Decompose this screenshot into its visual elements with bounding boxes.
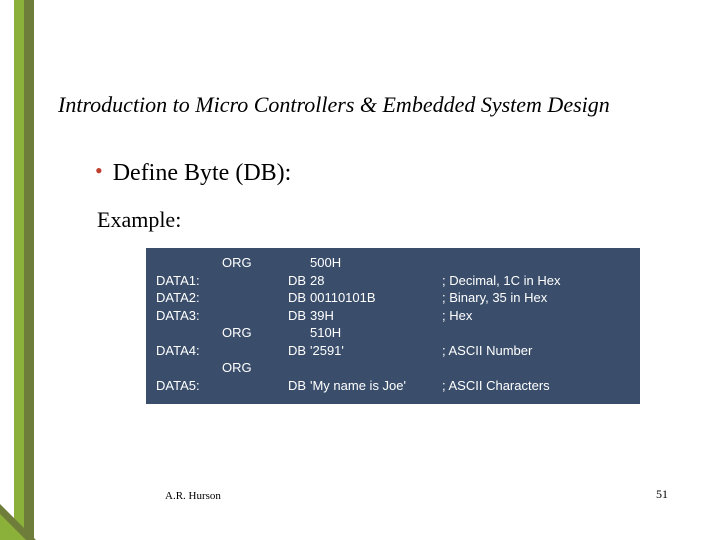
code-row: ORG 510H xyxy=(154,324,632,342)
code-comment: ; Binary, 35 in Hex xyxy=(440,289,632,307)
code-db: DB xyxy=(264,342,308,360)
code-row: DATA3: DB 39H ; Hex xyxy=(154,307,632,325)
code-label: DATA2: xyxy=(154,289,220,307)
slide-title: Introduction to Micro Controllers & Embe… xyxy=(58,92,690,118)
code-comment xyxy=(440,359,632,377)
code-val: 500H xyxy=(308,254,440,272)
code-label: DATA5: xyxy=(154,377,220,395)
code-db: DB xyxy=(264,307,308,325)
code-org xyxy=(220,342,264,360)
code-label xyxy=(154,359,220,377)
code-row: DATA1: DB 28 ; Decimal, 1C in Hex xyxy=(154,272,632,290)
footer-author: A.R. Hurson xyxy=(165,490,221,502)
code-org: ORG xyxy=(220,254,264,272)
example-label: Example: xyxy=(97,207,670,233)
code-org xyxy=(220,272,264,290)
code-val: 28 xyxy=(308,272,440,290)
code-db: DB xyxy=(264,289,308,307)
bullet-text: Define Byte (DB): xyxy=(113,160,292,187)
code-label: DATA1: xyxy=(154,272,220,290)
slide: Introduction to Micro Controllers & Embe… xyxy=(0,0,720,540)
code-comment: ; ASCII Characters xyxy=(440,377,632,395)
footer-page-number: 51 xyxy=(656,487,668,502)
code-comment xyxy=(440,324,632,342)
code-val xyxy=(308,359,440,377)
code-label: DATA4: xyxy=(154,342,220,360)
code-row: ORG xyxy=(154,359,632,377)
code-row: ORG 500H xyxy=(154,254,632,272)
code-org xyxy=(220,377,264,395)
code-comment: ; Hex xyxy=(440,307,632,325)
code-label: DATA3: xyxy=(154,307,220,325)
code-val: 'My name is Joe' xyxy=(308,377,440,395)
code-db xyxy=(264,254,308,272)
code-db: DB xyxy=(264,377,308,395)
code-row: DATA5: DB 'My name is Joe' ; ASCII Chara… xyxy=(154,377,632,395)
code-val: 39H xyxy=(308,307,440,325)
code-val: 00110101B xyxy=(308,289,440,307)
code-val: '2591' xyxy=(308,342,440,360)
code-val: 510H xyxy=(308,324,440,342)
accent-stripe-olive xyxy=(24,0,34,540)
accent-stripe-green xyxy=(14,0,24,540)
code-comment: ; Decimal, 1C in Hex xyxy=(440,272,632,290)
code-db: DB xyxy=(264,272,308,290)
code-comment xyxy=(440,254,632,272)
code-db xyxy=(264,324,308,342)
code-row: DATA2: DB 00110101B ; Binary, 35 in Hex xyxy=(154,289,632,307)
code-db xyxy=(264,359,308,377)
code-comment: ; ASCII Number xyxy=(440,342,632,360)
code-org: ORG xyxy=(220,324,264,342)
bullet-line: • Define Byte (DB): xyxy=(95,160,670,187)
corner-accent-light xyxy=(0,514,26,540)
code-org xyxy=(220,289,264,307)
bullet-icon: • xyxy=(95,160,103,182)
code-label xyxy=(154,324,220,342)
code-table: ORG 500H DATA1: DB 28 ; Decimal, 1C in H… xyxy=(154,254,632,394)
code-row: DATA4: DB '2591' ; ASCII Number xyxy=(154,342,632,360)
code-org xyxy=(220,307,264,325)
code-label xyxy=(154,254,220,272)
slide-body: • Define Byte (DB): Example: xyxy=(95,160,670,233)
code-org: ORG xyxy=(220,359,264,377)
code-example-box: ORG 500H DATA1: DB 28 ; Decimal, 1C in H… xyxy=(146,248,640,404)
